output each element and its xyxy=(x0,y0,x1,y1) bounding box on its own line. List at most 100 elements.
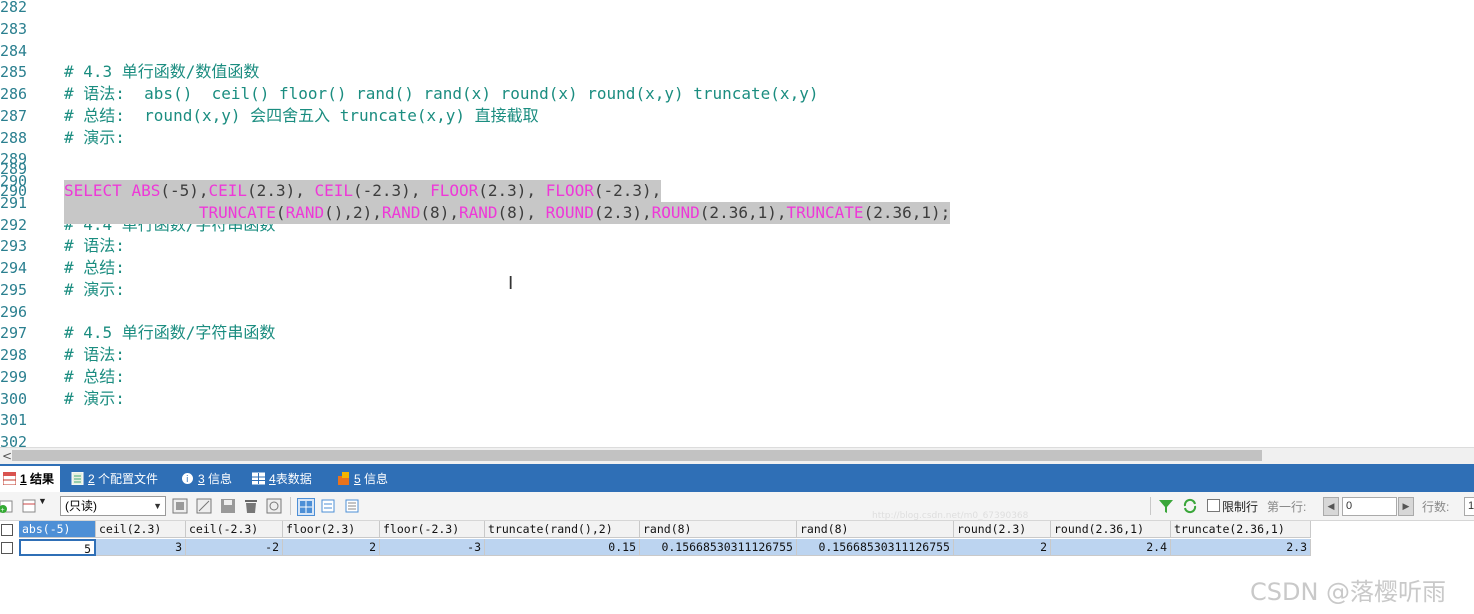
editor-line-285[interactable]: 285 # 4.3 单行函数/数值函数 xyxy=(0,61,1474,83)
column-header[interactable]: ceil(-2.3) xyxy=(186,521,283,538)
table-cell[interactable]: 0.15668530311126755 xyxy=(640,539,797,556)
table-cell[interactable]: 2.3 xyxy=(1171,539,1311,556)
table-cell[interactable]: -2 xyxy=(186,539,283,556)
line-number: 298 xyxy=(0,346,28,364)
grid-view-icon[interactable] xyxy=(297,498,315,516)
editor-line-302[interactable]: 302 xyxy=(0,431,1474,447)
tab-info-2[interactable]: 5 信息 xyxy=(334,466,394,492)
column-header[interactable]: round(2.36,1) xyxy=(1051,521,1171,538)
import-icon[interactable] xyxy=(196,498,212,514)
column-header[interactable]: round(2.3) xyxy=(954,521,1051,538)
editor-line-284[interactable]: 284 xyxy=(0,40,1474,62)
table-cell[interactable]: 2 xyxy=(283,539,380,556)
line-number: 297 xyxy=(0,324,28,343)
delete-icon[interactable] xyxy=(243,498,259,514)
row-checkbox[interactable] xyxy=(1,542,13,554)
tab-label: 个配置文件 xyxy=(98,472,159,486)
editor-line-294[interactable]: 294 # 总结: xyxy=(0,257,1474,279)
first-row-next-button[interactable]: ▶ xyxy=(1398,497,1414,516)
editor-line-299[interactable]: 299 # 总结: xyxy=(0,366,1474,388)
text-view-icon[interactable] xyxy=(344,498,360,514)
column-header[interactable]: rand(8) xyxy=(797,521,954,538)
edit-mode-select[interactable]: (只读) ▼ xyxy=(60,496,166,516)
tab-number: 1 xyxy=(20,472,27,486)
tab-info[interactable]: i 3 信息 xyxy=(178,466,238,492)
sql-text: (8), xyxy=(420,203,459,222)
save-icon[interactable] xyxy=(220,498,236,514)
filter-icon[interactable] xyxy=(1158,498,1174,514)
line-number: 300 xyxy=(0,389,28,408)
column-header[interactable]: truncate(2.36,1) xyxy=(1171,521,1311,538)
sql-keyword: RAND xyxy=(381,203,421,222)
line-number: 282 xyxy=(0,0,28,16)
sql-text: (-2.3), xyxy=(593,181,662,200)
editor-line-297[interactable]: 297 # 4.5 单行函数/字符串函数 xyxy=(0,322,1474,344)
tab-profiles[interactable]: 2 个配置文件 xyxy=(68,466,164,492)
table-cell[interactable]: 0.15668530311126755 xyxy=(797,539,954,556)
sql-keyword: CEIL xyxy=(208,181,248,200)
column-header[interactable]: ceil(2.3) xyxy=(96,521,186,538)
editor-line-295[interactable]: 295 # 演示: xyxy=(0,279,1474,301)
table-cell[interactable]: 5 xyxy=(19,539,96,556)
editor-line-298[interactable]: 298 # 语法: xyxy=(0,344,1474,366)
tab-results[interactable]: 1 结果 xyxy=(0,466,61,492)
table-cell[interactable]: -3 xyxy=(380,539,485,556)
first-row-label: 第一行: xyxy=(1267,500,1307,514)
code-comment: # 4.3 单行函数/数值函数 xyxy=(64,62,260,82)
line-number: 283 xyxy=(0,19,28,38)
csdn-watermark: CSDN @落樱听雨 xyxy=(1250,578,1447,606)
grid-options-icon[interactable] xyxy=(22,498,38,514)
sql-editor[interactable]: 282 283 284 285 # 4.3 单行函数/数值函数 286 # 语法: abs(… xyxy=(0,0,1474,447)
sql-text: (2.3), xyxy=(247,181,315,200)
sql-keyword: RAND xyxy=(458,203,498,222)
column-header[interactable]: floor(-2.3) xyxy=(380,521,485,538)
chevron-down-icon[interactable]: ▼ xyxy=(38,496,47,506)
edit-mode-value: (只读) xyxy=(65,499,97,513)
sql-keyword: ROUND xyxy=(545,203,594,222)
editor-line-290[interactable]: 290 TRUNCATE(RAND(),2),RAND(8),RAND(8), … xyxy=(0,158,1474,224)
editor-line-282[interactable]: 282 xyxy=(0,0,1474,18)
code-comment: # 总结: xyxy=(64,258,125,277)
limit-rows-checkbox[interactable] xyxy=(1207,499,1220,512)
editor-line-287[interactable]: 287 # 总结: round(x,y) 会四舍五入 truncate(x,y) … xyxy=(0,105,1474,127)
sql-keyword: TRUNCATE xyxy=(786,203,864,222)
tab-label: 结果 xyxy=(30,472,55,486)
editor-line-296[interactable]: 296 xyxy=(0,301,1474,323)
export-icon[interactable] xyxy=(172,498,188,514)
editor-line-286[interactable]: 286 # 语法: abs() ceil() floor() rand() ran… xyxy=(0,83,1474,105)
editor-line-283[interactable]: 283 xyxy=(0,18,1474,40)
tab-table-data[interactable]: 4表数据 xyxy=(249,466,318,492)
column-header[interactable]: rand(8) xyxy=(640,521,797,538)
refresh-grid-icon[interactable] xyxy=(266,498,282,514)
editor-line-301[interactable]: 301 xyxy=(0,409,1474,431)
column-header[interactable]: abs(-5) xyxy=(19,521,96,538)
sql-select-statement-line2[interactable]: TRUNCATE(RAND(),2),RAND(8),RAND(8), ROUN… xyxy=(64,202,951,224)
column-header[interactable]: floor(2.3) xyxy=(283,521,380,538)
code-comment: # 总结: round(x,y) 会四舍五入 truncate(x,y) 直接截… xyxy=(64,105,539,125)
add-row-icon[interactable]: + xyxy=(0,498,14,514)
sql-keyword: ABS xyxy=(131,181,161,200)
editor-line-300[interactable]: 300 # 演示: xyxy=(0,388,1474,410)
form-view-icon[interactable] xyxy=(320,498,336,514)
rows-count-input[interactable]: 1 xyxy=(1464,497,1474,516)
refresh-icon[interactable] xyxy=(1182,498,1198,514)
line-number: 294 xyxy=(0,259,28,277)
code-comment: # 演示: xyxy=(64,279,125,299)
table-cell[interactable]: 2.4 xyxy=(1051,539,1171,556)
column-header[interactable]: truncate(rand(),2) xyxy=(485,521,640,538)
sql-select-statement-line1[interactable]: SELECT ABS(-5),CEIL(2.3), CEIL(-2.3), FL… xyxy=(64,180,662,202)
scroll-left-arrow-icon[interactable]: < xyxy=(2,448,12,464)
sql-keyword: TRUNCATE xyxy=(198,203,276,222)
first-row-input[interactable]: 0 xyxy=(1342,497,1397,516)
table-cell[interactable]: 0.15 xyxy=(485,539,640,556)
sql-text: (2.36,1); xyxy=(863,203,951,222)
editor-line-289[interactable]: 289 SELECT ABS(-5),CEIL(2.3), CEIL(-2.3)… xyxy=(0,136,1474,202)
select-all-checkbox[interactable] xyxy=(1,524,13,536)
table-cell[interactable]: 2 xyxy=(954,539,1051,556)
editor-line-293[interactable]: 293 # 语法: xyxy=(0,235,1474,257)
tab-number: 4 xyxy=(269,472,276,486)
editor-horizontal-scrollbar[interactable]: < xyxy=(0,447,1474,464)
table-cell[interactable]: 3 xyxy=(96,539,186,556)
scrollbar-thumb[interactable] xyxy=(12,450,1262,461)
first-row-prev-button[interactable]: ◀ xyxy=(1323,497,1339,516)
